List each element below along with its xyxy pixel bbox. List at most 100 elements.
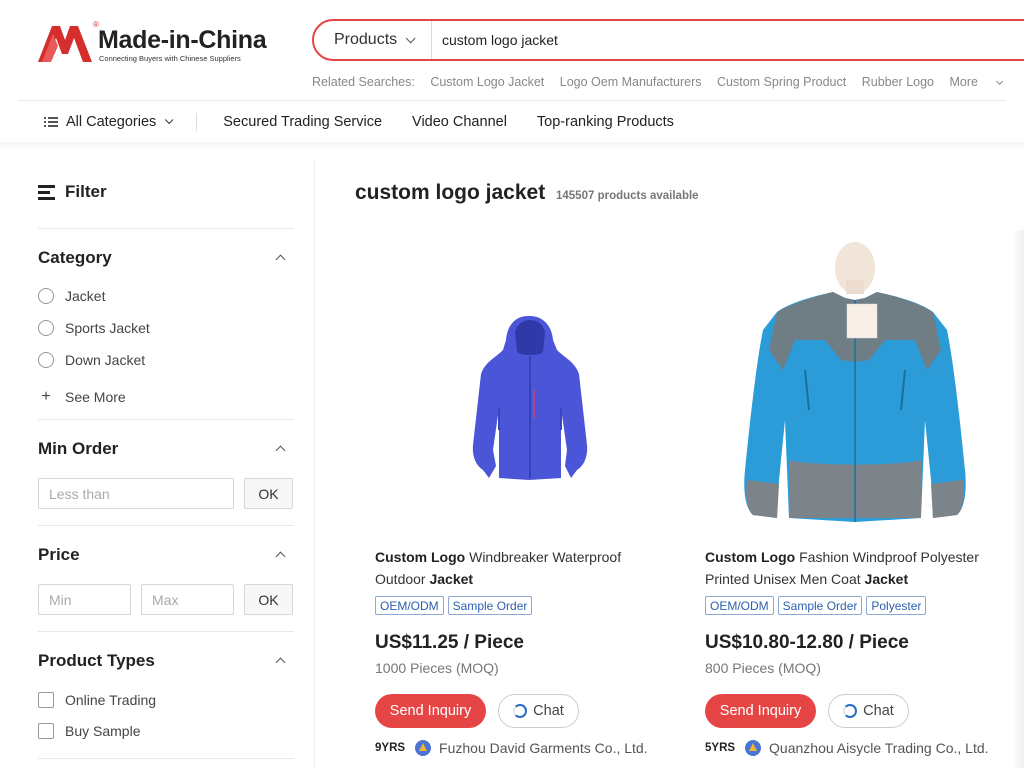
chevron-down-icon [405, 32, 416, 43]
supplier-name[interactable]: Fuzhou David Garments Co., Ltd. [439, 740, 648, 756]
product-tags: OEM/ODM Sample Order Polyester [705, 596, 930, 615]
checkbox[interactable] [38, 723, 54, 739]
product-tag: Sample Order [447, 596, 533, 615]
see-more-link[interactable]: + See More [38, 388, 126, 406]
divider [38, 419, 294, 420]
product-type-option[interactable]: Online Trading [38, 692, 156, 708]
product-title-keyword: Jacket [429, 571, 474, 587]
filter-header: Filter [38, 182, 107, 202]
product-tag: Sample Order [777, 596, 863, 615]
related-link[interactable]: Logo Oem Manufacturers [560, 75, 702, 89]
product-title-keyword: Jacket [864, 571, 909, 587]
chevron-down-icon [996, 77, 1004, 85]
price-min-input[interactable]: Min [38, 584, 131, 615]
divider [38, 228, 294, 229]
min-order-section-title: Min Order [38, 439, 119, 458]
filter-icon [38, 185, 55, 200]
send-inquiry-button[interactable]: Send Inquiry [705, 694, 816, 728]
radio-button[interactable] [38, 320, 54, 336]
site-logo[interactable]: ® Made-in-China Connecting Buyers with C… [38, 20, 268, 64]
related-more-link[interactable]: More [949, 75, 1011, 89]
related-searches-label: Related Searches: [312, 75, 415, 89]
chat-icon [843, 704, 858, 718]
product-price: US$11.25 / Piece [375, 632, 524, 653]
product-moq: 1000 Pieces (MOQ) [375, 660, 499, 676]
divider [38, 525, 294, 526]
sidebar-divider [314, 160, 315, 768]
supplier-years: 9YRS [375, 742, 406, 754]
category-option-label: Down Jacket [65, 352, 146, 368]
diamond-member-icon [415, 740, 432, 756]
related-link[interactable]: Rubber Logo [862, 75, 934, 89]
divider [38, 758, 294, 759]
price-ok-button[interactable]: OK [244, 584, 293, 615]
supplier-info: 5YRS Quanzhou Aisycle Trading Co., Ltd. [705, 740, 989, 756]
brand-tagline: Connecting Buyers with Chinese Suppliers [99, 54, 241, 63]
product-tag: OEM/ODM [705, 596, 774, 615]
search-category-select[interactable]: Products [314, 21, 432, 59]
category-option[interactable]: Down Jacket [38, 352, 145, 368]
send-inquiry-button[interactable]: Send Inquiry [375, 694, 486, 728]
product-title-keyword: Custom Logo [375, 549, 466, 565]
chat-button[interactable]: Chat [828, 694, 909, 728]
category-option[interactable]: Jacket [38, 288, 105, 304]
product-title[interactable]: Custom Logo Fashion Windproof Polyester … [705, 546, 995, 590]
related-link[interactable]: Custom Logo Jacket [430, 75, 544, 89]
results-count: 145507 products available [556, 190, 699, 202]
nav-top-ranking[interactable]: Top-ranking Products [537, 114, 674, 130]
nav-video-channel[interactable]: Video Channel [412, 114, 507, 130]
search-input[interactable] [442, 21, 942, 59]
chevron-up-icon[interactable] [275, 445, 286, 456]
product-type-label: Online Trading [65, 692, 157, 708]
radio-button[interactable] [38, 352, 54, 368]
chevron-up-icon[interactable] [275, 254, 286, 265]
category-section-title: Category [38, 248, 112, 267]
product-image[interactable] [375, 240, 665, 530]
header-divider [18, 100, 1006, 101]
divider [38, 631, 294, 632]
all-categories-menu[interactable]: All Categories [66, 114, 156, 130]
related-link[interactable]: Custom Spring Product [717, 75, 846, 89]
category-option-label: Sports Jacket [65, 320, 150, 336]
results-count-label: products available [597, 190, 699, 202]
product-image[interactable] [705, 240, 995, 530]
search-category-label: Products [334, 31, 398, 48]
category-option-label: Jacket [65, 288, 106, 304]
min-order-ok-button[interactable]: OK [244, 478, 293, 509]
filter-title: Filter [65, 182, 107, 201]
nav-secured-trading[interactable]: Secured Trading Service [223, 114, 382, 130]
results-title: custom logo jacket [355, 181, 546, 204]
chat-button[interactable]: Chat [498, 694, 579, 728]
list-icon [44, 117, 58, 127]
price-max-input[interactable]: Max [141, 584, 234, 615]
chat-label: Chat [533, 703, 564, 719]
search-bar: Products [312, 19, 1024, 61]
category-option[interactable]: Sports Jacket [38, 320, 150, 336]
product-price: US$10.80-12.80 / Piece [705, 632, 909, 653]
min-order-input[interactable]: Less than [38, 478, 234, 509]
chat-label: Chat [863, 703, 894, 719]
next-card-edge [1012, 230, 1024, 768]
related-more-label: More [949, 75, 978, 89]
plus-icon: + [41, 388, 51, 405]
product-title[interactable]: Custom Logo Windbreaker Waterproof Outdo… [375, 546, 665, 590]
chevron-down-icon [165, 115, 174, 125]
see-more-label: See More [65, 389, 126, 405]
chevron-up-icon[interactable] [275, 657, 286, 668]
checkbox[interactable] [38, 692, 54, 708]
nav-shadow [0, 142, 1024, 150]
radio-button[interactable] [38, 288, 54, 304]
results-count-number: 145507 [556, 190, 595, 202]
supplier-name[interactable]: Quanzhou Aisycle Trading Co., Ltd. [769, 740, 988, 756]
made-in-china-logo-icon [38, 26, 92, 62]
product-tag: Polyester [866, 596, 927, 615]
product-moq: 800 Pieces (MOQ) [705, 660, 821, 676]
product-tag: OEM/ODM [375, 596, 444, 615]
price-section-title: Price [38, 545, 80, 564]
brand-name: Made-in-China [98, 26, 267, 54]
product-type-label: Buy Sample [65, 723, 141, 739]
category-nav: All Categories Secured Trading Service V… [44, 106, 704, 138]
chevron-up-icon[interactable] [275, 551, 286, 562]
supplier-info: 9YRS Fuzhou David Garments Co., Ltd. [375, 740, 648, 756]
product-type-option[interactable]: Buy Sample [38, 723, 140, 739]
